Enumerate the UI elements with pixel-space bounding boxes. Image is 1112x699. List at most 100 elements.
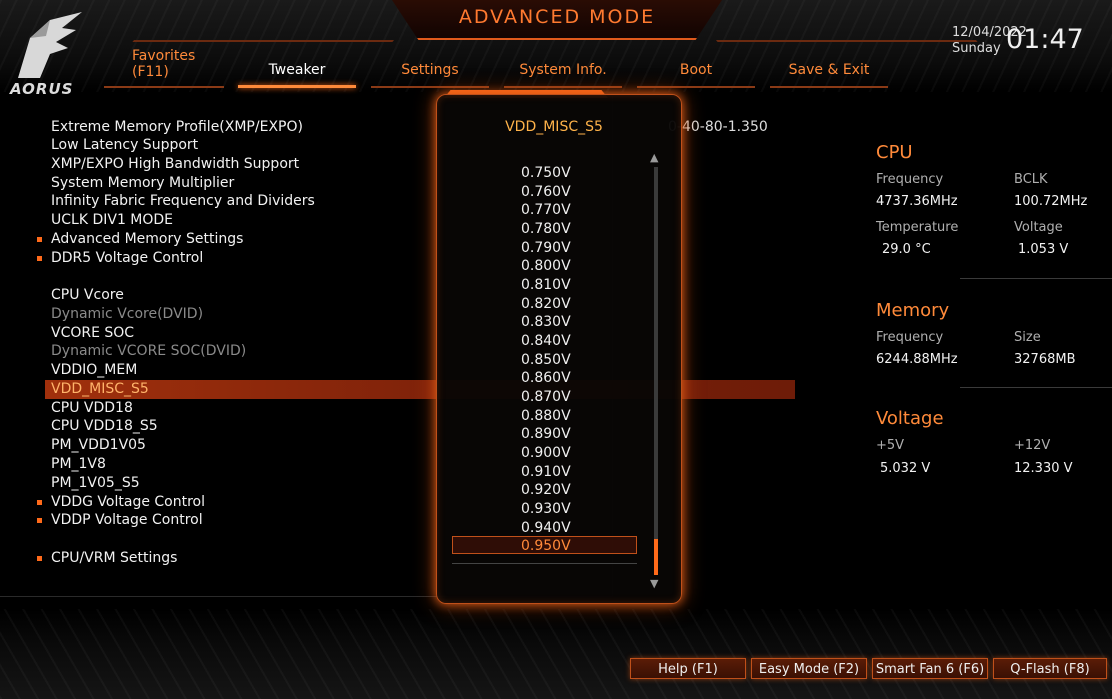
- cpu-voltage-label: Voltage: [1014, 220, 1063, 235]
- tab-save-exit[interactable]: Save & Exit: [770, 48, 888, 88]
- voltage-option[interactable]: 0.890V: [521, 426, 571, 442]
- menu-item-vddio-mem[interactable]: VDDIO_MEM: [51, 362, 137, 381]
- cpu-voltage-value: 1.053 V: [1018, 242, 1069, 257]
- voltage-option[interactable]: 0.940V: [521, 520, 571, 536]
- menu-item-dynamic-vcore-soc: Dynamic VCORE SOC(DVID): [51, 343, 247, 359]
- cpu-heading: CPU: [876, 142, 913, 163]
- memory-heading: Memory: [876, 300, 950, 321]
- easy-mode-button[interactable]: Easy Mode (F2): [751, 658, 867, 679]
- voltage-option[interactable]: 0.750V: [521, 165, 571, 181]
- submenu-bullet-icon: [37, 556, 42, 561]
- tab-tweaker[interactable]: Tweaker: [238, 48, 356, 88]
- voltage-5v-value: 5.032 V: [880, 461, 931, 476]
- menu-item-memory-multiplier[interactable]: System Memory Multiplier: [51, 175, 234, 194]
- voltage-option-selected[interactable]: 0.950V: [521, 538, 571, 554]
- popup-scrollbar-thumb[interactable]: [654, 539, 658, 575]
- tab-boot[interactable]: Boot: [637, 48, 755, 88]
- voltage-option[interactable]: 0.820V: [521, 296, 571, 312]
- xmp-profile-value: 0-40-80-1.350: [668, 119, 768, 135]
- tab-save-exit-label: Save & Exit: [788, 62, 870, 78]
- menu-item-dynamic-vcore: Dynamic Vcore(DVID): [51, 306, 204, 322]
- day-display: Sunday: [952, 41, 1001, 56]
- scroll-down-arrow-icon[interactable]: ▼: [650, 577, 658, 590]
- tab-underline: [371, 86, 489, 88]
- cpu-temperature-value: 29.0 °C: [882, 242, 931, 257]
- menu-item-vdd-misc-s5[interactable]: VDD_MISC_S5: [51, 381, 149, 400]
- menu-item-xmp-profile[interactable]: Extreme Memory Profile(XMP/EXPO): [51, 119, 303, 138]
- tab-system-info-label: System Info.: [519, 62, 607, 78]
- cpu-bclk-value: 100.72MHz: [1014, 194, 1088, 209]
- brand-logo-text: AORUS: [10, 80, 74, 98]
- submenu-bullet-icon: [37, 256, 42, 261]
- scroll-up-arrow-icon[interactable]: ▲: [650, 151, 658, 164]
- menu-item-pm-1v8[interactable]: PM_1V8: [51, 456, 106, 475]
- popup-divider: [452, 563, 637, 564]
- tab-underline: [104, 86, 224, 88]
- tab-underline: [504, 86, 622, 88]
- voltage-option[interactable]: 0.770V: [521, 202, 571, 218]
- popup-title: VDD_MISC_S5: [505, 119, 603, 135]
- tab-system-info[interactable]: System Info.: [504, 48, 622, 88]
- menu-item-vddp-voltage[interactable]: VDDP Voltage Control: [51, 512, 203, 531]
- voltage-option[interactable]: 0.790V: [521, 240, 571, 256]
- menu-item-pm-1v05-s5[interactable]: PM_1V05_S5: [51, 475, 140, 494]
- help-button[interactable]: Help (F1): [630, 658, 746, 679]
- voltage-option[interactable]: 0.930V: [521, 501, 571, 517]
- tab-favorites-label: Favorites (F11): [132, 48, 196, 80]
- submenu-bullet-icon: [37, 237, 42, 242]
- memory-size-label: Size: [1014, 330, 1041, 345]
- popup-scrollbar-track[interactable]: [654, 167, 658, 575]
- voltage-12v-value: 12.330 V: [1014, 461, 1073, 476]
- cpu-bclk-label: BCLK: [1014, 172, 1048, 187]
- tab-underline: [770, 86, 888, 88]
- voltage-option[interactable]: 0.880V: [521, 408, 571, 424]
- voltage-option[interactable]: 0.850V: [521, 352, 571, 368]
- memory-frequency-value: 6244.88MHz: [876, 352, 958, 367]
- memory-size-value: 32768MB: [1014, 352, 1076, 367]
- tab-favorites[interactable]: Favorites (F11): [104, 48, 224, 88]
- voltage-option[interactable]: 0.840V: [521, 333, 571, 349]
- menu-item-uclk-div1[interactable]: UCLK DIV1 MODE: [51, 212, 173, 231]
- menu-item-cpu-vcore[interactable]: CPU Vcore: [51, 287, 124, 306]
- qflash-button[interactable]: Q-Flash (F8): [993, 658, 1107, 679]
- menu-item-vcore-soc[interactable]: VCORE SOC: [51, 325, 134, 344]
- menu-item-high-bandwidth[interactable]: XMP/EXPO High Bandwidth Support: [51, 156, 299, 175]
- voltage-select-popup: VDD_MISC_S5 ▲ ▼ 0.750V 0.760V 0.770V 0.7…: [436, 94, 682, 604]
- menu-item-cpu-vrm-settings[interactable]: CPU/VRM Settings: [51, 550, 177, 569]
- smart-fan-button[interactable]: Smart Fan 6 (F6): [872, 658, 988, 679]
- voltage-option[interactable]: 0.830V: [521, 314, 571, 330]
- menu-item-pm-vdd1v05[interactable]: PM_VDD1V05: [51, 437, 146, 456]
- voltage-option[interactable]: 0.900V: [521, 445, 571, 461]
- selected-row-highlight: [45, 380, 795, 399]
- footer-background: [0, 609, 1112, 699]
- header-decoration-right: [682, 0, 978, 42]
- menu-item-vddg-voltage[interactable]: VDDG Voltage Control: [51, 494, 205, 513]
- voltage-option[interactable]: 0.780V: [521, 221, 571, 237]
- tab-settings-label: Settings: [401, 62, 459, 78]
- voltage-option[interactable]: 0.810V: [521, 277, 571, 293]
- submenu-bullet-icon: [37, 500, 42, 505]
- right-panel-divider: [960, 387, 1112, 388]
- menu-item-low-latency[interactable]: Low Latency Support: [51, 137, 198, 156]
- tab-underline: [238, 85, 356, 88]
- mode-title: ADVANCED MODE: [458, 6, 656, 28]
- cpu-frequency-value: 4737.36MHz: [876, 194, 958, 209]
- menu-item-ddr5-voltage[interactable]: DDR5 Voltage Control: [51, 250, 203, 269]
- voltage-option[interactable]: 0.870V: [521, 389, 571, 405]
- voltage-option[interactable]: 0.860V: [521, 370, 571, 386]
- cpu-temperature-label: Temperature: [876, 220, 959, 235]
- right-panel-divider: [960, 278, 1112, 279]
- menu-item-infinity-fabric[interactable]: Infinity Fabric Frequency and Dividers: [51, 193, 315, 212]
- menu-item-advanced-memory[interactable]: Advanced Memory Settings: [51, 231, 243, 250]
- voltage-12v-label: +12V: [1014, 438, 1051, 453]
- tab-tweaker-label: Tweaker: [268, 62, 326, 78]
- voltage-option[interactable]: 0.910V: [521, 464, 571, 480]
- tab-settings[interactable]: Settings: [371, 48, 489, 88]
- voltage-option[interactable]: 0.800V: [521, 258, 571, 274]
- voltage-option[interactable]: 0.760V: [521, 184, 571, 200]
- memory-frequency-label: Frequency: [876, 330, 944, 345]
- voltage-option[interactable]: 0.920V: [521, 482, 571, 498]
- menu-item-cpu-vdd18[interactable]: CPU VDD18: [51, 400, 133, 419]
- menu-item-cpu-vdd18-s5[interactable]: CPU VDD18_S5: [51, 418, 158, 437]
- cpu-frequency-label: Frequency: [876, 172, 944, 187]
